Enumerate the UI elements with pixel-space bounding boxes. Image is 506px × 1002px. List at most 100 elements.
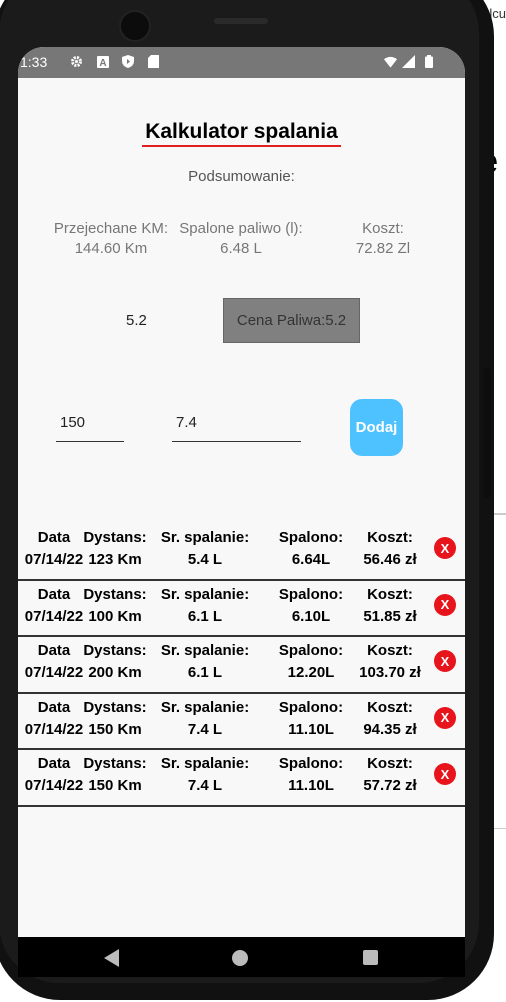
table-cell: Dystans: 150 Km [80, 697, 150, 741]
table-value-cell: 6.1 L [187, 664, 223, 681]
table-cell: Koszt: 57.72 zł [355, 753, 425, 797]
table-cell: Koszt: 103.70 zł [355, 640, 425, 684]
table-value-cell: 57.72 zł [363, 777, 417, 794]
wifi-icon [384, 55, 397, 68]
table-value-cell: 200 Km [88, 664, 142, 681]
front-camera [119, 10, 151, 42]
stat-cost-label: Koszt: [362, 220, 404, 237]
table-header-cell: Sr. spalanie: [160, 698, 250, 716]
table-cell: Spalono: 11.10L [273, 697, 349, 741]
table-row: Data 07/14/22 Dystans: 100 Km Sr. spalanie: 6… [18, 581, 465, 637]
table-header-cell: Koszt: [367, 529, 413, 546]
table-value-cell: 6.10L [291, 607, 331, 625]
table-header-cell: Spalono: [278, 642, 344, 659]
phone-side-button [483, 368, 491, 498]
table-row: Data 07/14/22 Dystans: 200 Km Sr. spalanie: 6… [18, 637, 465, 694]
table-cell: Spalono: 11.10L [273, 753, 349, 797]
home-icon[interactable] [232, 950, 248, 966]
table-value-cell: 94.35 zł [363, 720, 417, 738]
table-cell: Koszt: 56.46 zł [355, 527, 425, 571]
table-header-cell: Koszt: [367, 585, 413, 603]
recent-apps-icon[interactable] [363, 950, 378, 965]
stat-fuel: Spalone paliwo (l): 6.48 L [171, 219, 311, 259]
delete-button[interactable]: X [434, 650, 456, 672]
svg-text:A: A [99, 58, 106, 68]
table-header-cell: Dystans: [83, 698, 147, 716]
stat-cost: Koszt: 72.82 Zl [343, 219, 423, 259]
title-underline [142, 145, 341, 147]
stat-fuel-label: Spalone paliwo (l): [179, 220, 303, 237]
table-cell: Dystans: 123 Km [80, 527, 150, 571]
stat-distance: Przejechane KM: 144.60 Km [36, 219, 186, 259]
consumption-input[interactable]: 7.4 [172, 414, 301, 442]
add-button[interactable]: Dodaj [350, 399, 403, 456]
status-time: 1:33 [20, 54, 48, 70]
stat-distance-label: Przejechane KM: [53, 220, 169, 237]
table-row: Data 07/14/22 Dystans: 150 Km Sr. spalanie: 7… [18, 694, 465, 750]
table-cell: Spalono: 6.10L [273, 584, 349, 628]
table-cell: Sr. spalanie: 7.4 L [155, 753, 255, 797]
table-header-cell: Koszt: [367, 642, 413, 659]
delete-button[interactable]: X [434, 593, 456, 616]
app-content: Kalkulator spalania Podsumowanie: Przeje… [18, 78, 465, 937]
table-value-cell: 12.20L [287, 664, 335, 681]
fuel-price-button[interactable]: Cena Paliwa:5.2 [223, 298, 360, 343]
table-cell: Sr. spalanie: 6.1 L [155, 640, 255, 684]
table-header-cell: Spalono: [278, 529, 344, 546]
table-header-cell: Spalono: [278, 698, 344, 716]
table-header-cell: Koszt: [367, 755, 413, 772]
table-header-cell: Sr. spalanie: [160, 585, 250, 603]
table-row: Data 07/14/22 Dystans: 123 Km Sr. spalanie: 5… [18, 524, 465, 581]
trips-table: Data 07/14/22 Dystans: 123 Km Sr. spalanie: 5… [18, 524, 465, 807]
table-value-cell: 5.4 L [187, 551, 223, 568]
table-value-cell: 100 Km [88, 607, 142, 625]
settings-icon [70, 55, 83, 68]
table-cell: Sr. spalanie: 5.4 L [155, 527, 255, 571]
table-header-cell: Koszt: [367, 698, 413, 716]
table-value-cell: 56.46 zł [363, 551, 417, 568]
font-icon: A [96, 55, 109, 68]
stat-cost-value: 72.82 Zl [355, 240, 411, 257]
table-value-cell: 11.10L [288, 720, 334, 738]
stat-fuel-value: 6.48 L [220, 240, 262, 257]
table-cell: Spalono: 12.20L [273, 640, 349, 684]
summary-label: Podsumowanie: [188, 168, 295, 185]
table-header-cell: Dystans: [83, 585, 147, 603]
table-value-cell: 6.64L [291, 551, 331, 568]
shield-icon [121, 55, 134, 68]
table-value-cell: 7.4 L [187, 777, 223, 794]
table-value-cell: 7.4 L [187, 720, 223, 738]
back-icon[interactable] [104, 949, 119, 967]
stat-distance-value: 144.60 Km [74, 240, 148, 257]
table-value-cell: 51.85 zł [363, 607, 417, 625]
status-bar: 1:33 A [18, 47, 465, 78]
table-header-cell: Spalono: [278, 755, 344, 772]
phone-screen: 1:33 A Kalkulator spalania Podsumowanie:… [18, 47, 465, 977]
table-header-cell: Sr. spalanie: [160, 529, 250, 546]
delete-button[interactable]: X [434, 706, 456, 729]
table-cell: Sr. spalanie: 6.1 L [155, 584, 255, 628]
sd-card-icon [147, 55, 160, 68]
table-cell: Koszt: 94.35 zł [355, 697, 425, 741]
table-header-cell: Dystans: [83, 642, 147, 659]
table-value-cell: 11.10L [288, 777, 334, 794]
table-header-cell: Sr. spalanie: [160, 755, 250, 772]
table-header-cell: Dystans: [83, 755, 147, 772]
table-value-cell: 103.70 zł [359, 664, 421, 681]
navigation-bar [18, 937, 465, 977]
table-value-cell: 150 Km [88, 777, 142, 794]
table-cell: Dystans: 100 Km [80, 584, 150, 628]
delete-button[interactable]: X [434, 537, 456, 559]
table-header-cell: Spalono: [278, 585, 344, 603]
delete-button[interactable]: X [434, 763, 456, 785]
table-value-cell: 6.1 L [187, 607, 223, 625]
page-title: Kalkulator spalania [145, 120, 338, 143]
table-value-cell: 150 Km [88, 720, 142, 738]
distance-input[interactable]: 150 [56, 414, 124, 442]
table-row: Data 07/14/22 Dystans: 150 Km Sr. spalanie: 7… [18, 750, 465, 807]
earpiece-speaker [214, 18, 268, 24]
table-header-cell: Sr. spalanie: [160, 642, 250, 659]
table-cell: Sr. spalanie: 7.4 L [155, 697, 255, 741]
table-header-cell: Dystans: [83, 529, 147, 546]
table-cell: Dystans: 200 Km [80, 640, 150, 684]
